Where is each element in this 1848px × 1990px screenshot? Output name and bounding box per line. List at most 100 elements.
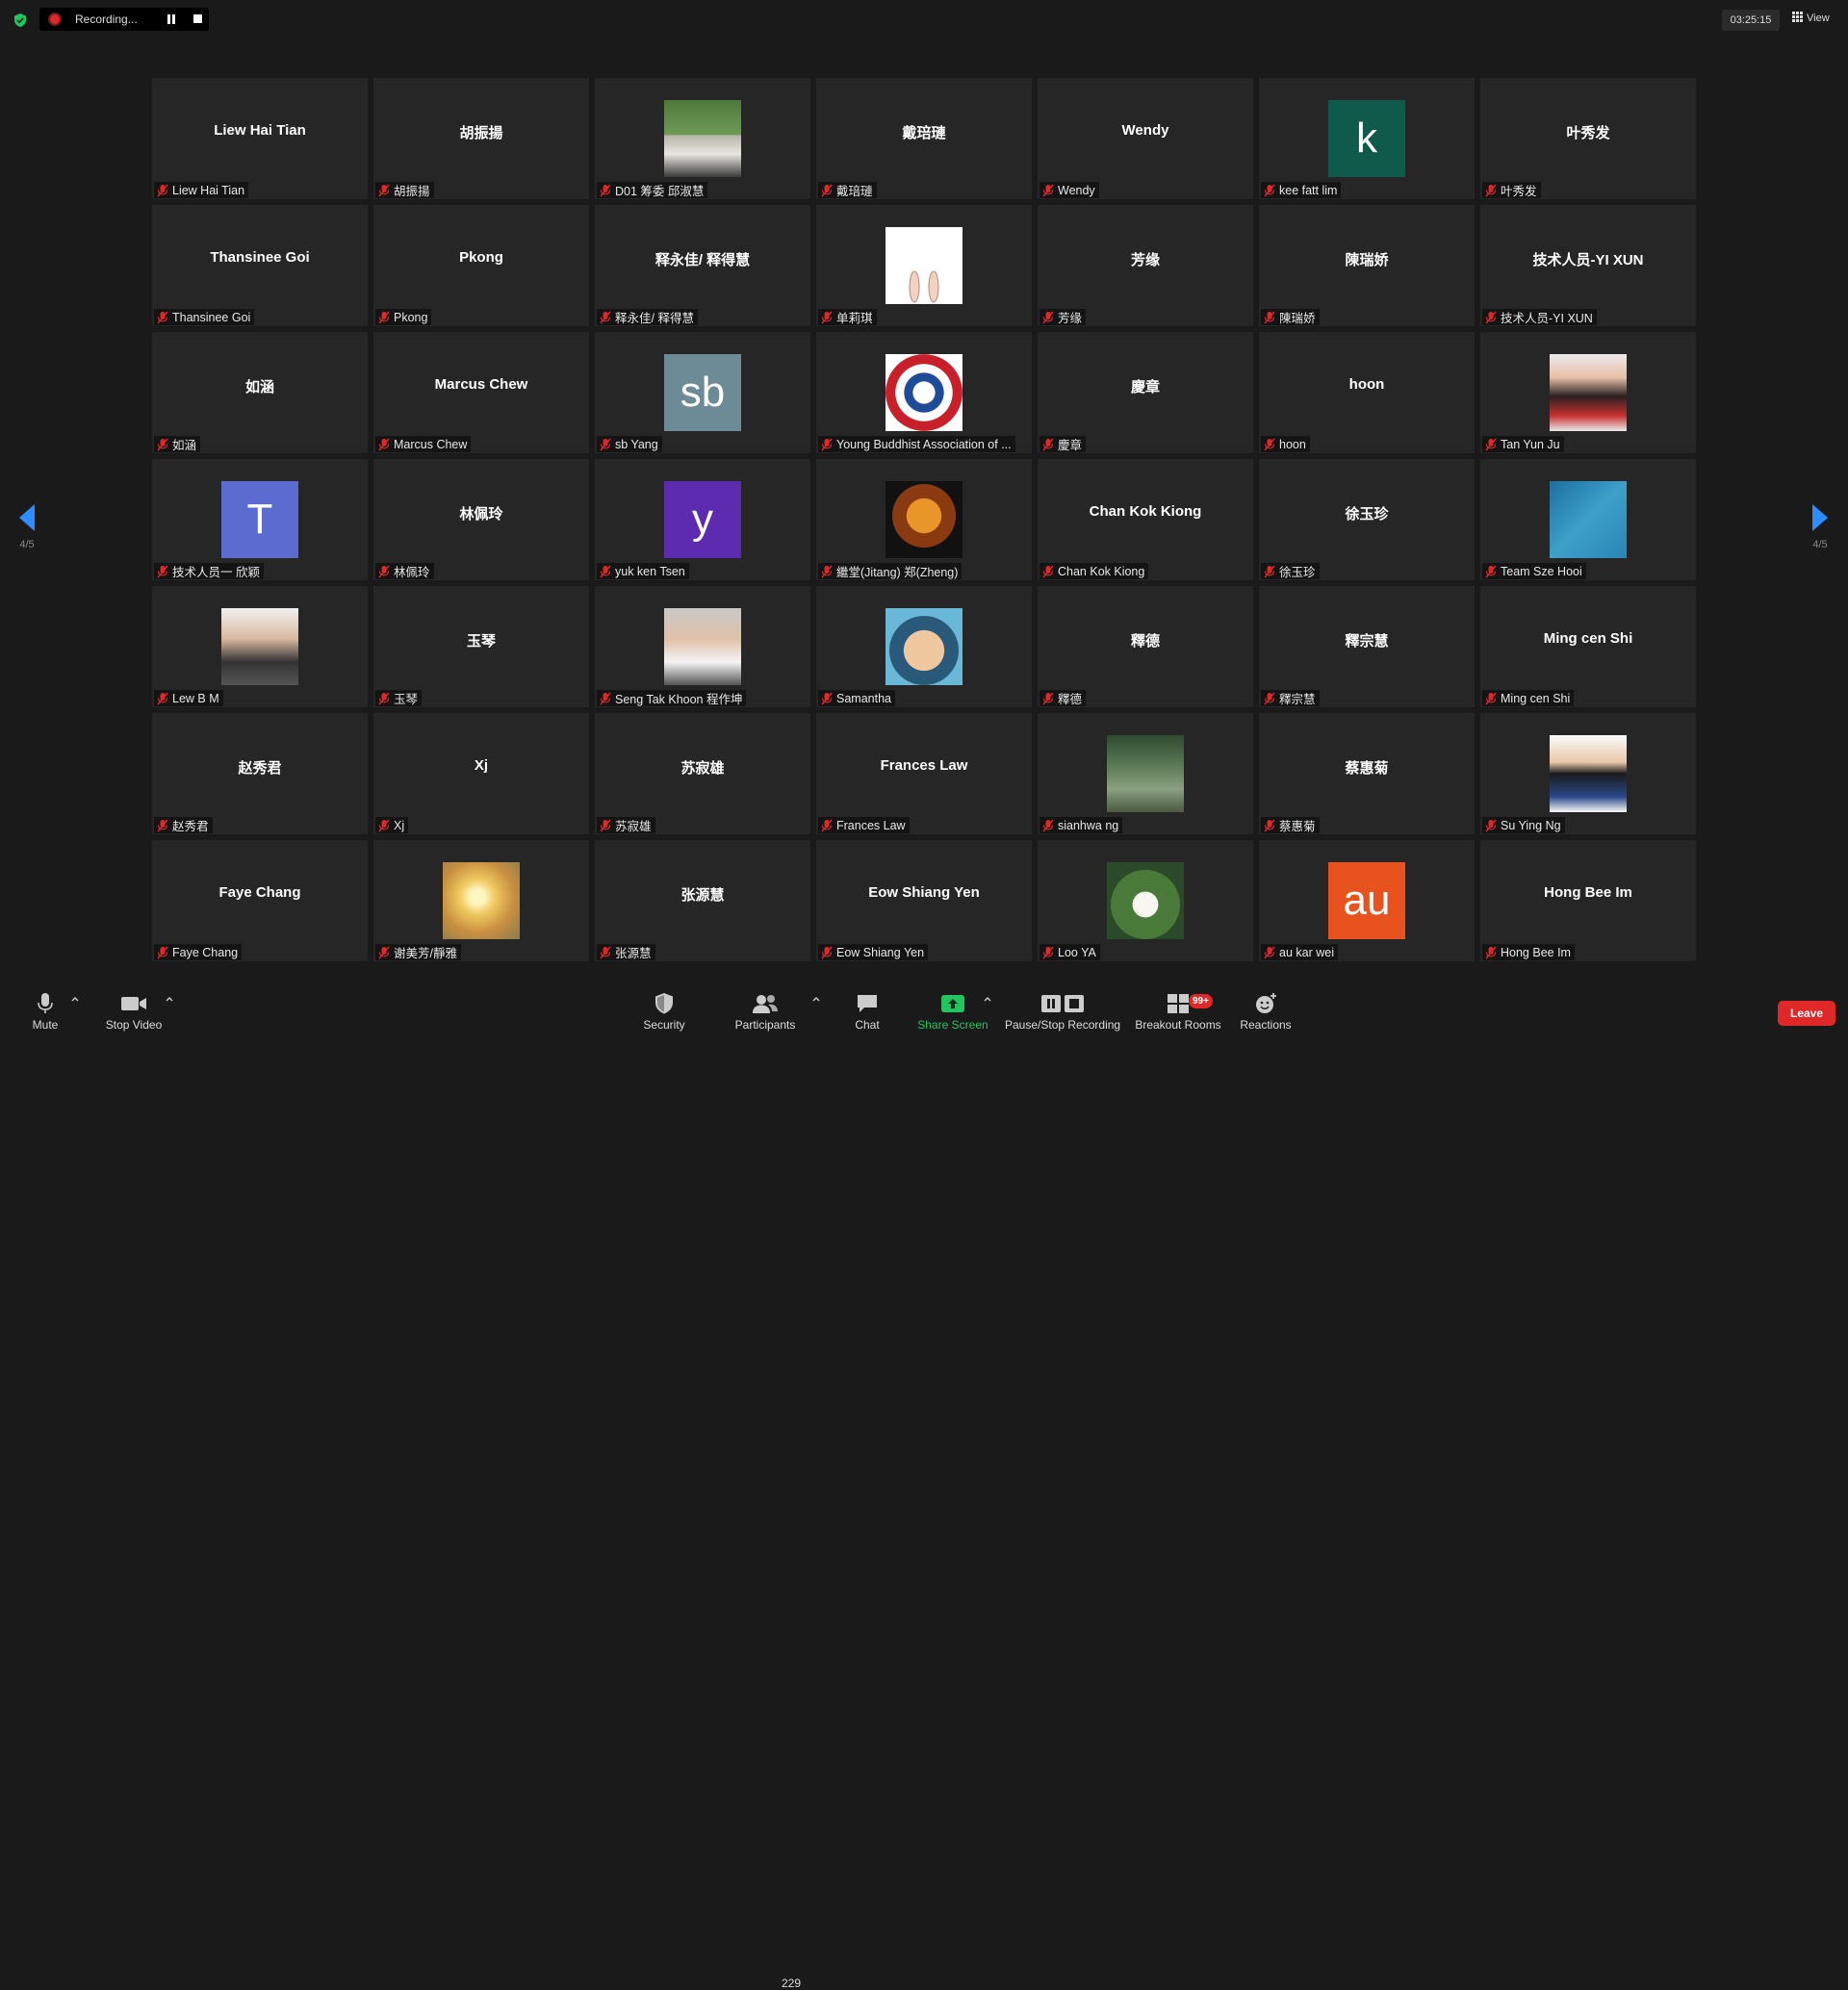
participant-tile[interactable]: 单莉琪 xyxy=(816,205,1032,326)
reactions-button[interactable]: Reactions xyxy=(1236,991,1296,1032)
participant-nameplate: Samantha xyxy=(818,690,895,706)
chevron-up-icon[interactable] xyxy=(812,995,820,1003)
participant-tile[interactable]: 赵秀君 赵秀君 xyxy=(152,713,368,834)
participant-tile[interactable]: 陳瑞娇 陳瑞娇 xyxy=(1259,205,1475,326)
mute-label: Mute xyxy=(32,1018,59,1032)
pause-stop-recording-button[interactable]: Pause/Stop Recording xyxy=(1005,991,1120,1032)
participant-display-name: 释永佳/ 释得慧 xyxy=(654,252,751,268)
security-button[interactable]: Security xyxy=(635,991,693,1032)
participant-tile[interactable]: sianhwa ng xyxy=(1038,713,1253,834)
participant-tile[interactable]: 釋德 釋德 xyxy=(1038,586,1253,707)
participant-name: 徐玉珍 xyxy=(1279,566,1316,579)
shield-check-icon[interactable] xyxy=(13,13,28,28)
participant-tile[interactable]: Chan Kok Kiong Chan Kok Kiong xyxy=(1038,459,1253,580)
previous-page-button[interactable]: 4/5 xyxy=(8,504,46,550)
chevron-up-icon[interactable] xyxy=(984,995,991,1003)
participant-tile[interactable]: Samantha xyxy=(816,586,1032,707)
participant-tile[interactable]: Team Sze Hooi xyxy=(1480,459,1696,580)
participant-tile[interactable]: 芳缘 芳缘 xyxy=(1038,205,1253,326)
participant-tile[interactable]: 戴琣璉 戴琣璉 xyxy=(816,78,1032,199)
participant-name: 赵秀君 xyxy=(172,820,209,833)
microphone-muted-icon xyxy=(157,438,168,450)
participants-button[interactable]: Participants xyxy=(732,991,799,1032)
participant-tile[interactable]: Tan Yun Ju xyxy=(1480,332,1696,453)
microphone-muted-icon xyxy=(600,311,611,323)
participant-tile[interactable]: Marcus Chew Marcus Chew xyxy=(373,332,589,453)
participant-tile[interactable]: y yuk ken Tsen xyxy=(595,459,810,580)
leave-button[interactable]: Leave xyxy=(1778,1001,1835,1026)
participant-nameplate: 釋宗慧 xyxy=(1261,690,1320,706)
participant-tile[interactable]: Young Buddhist Association of ... xyxy=(816,332,1032,453)
participant-nameplate: 释永佳/ 释得慧 xyxy=(597,309,698,325)
participant-display-name: Ming cen Shi xyxy=(1543,630,1633,647)
participant-tile[interactable]: Liew Hai Tian Liew Hai Tian xyxy=(152,78,368,199)
microphone-muted-icon xyxy=(378,692,390,704)
participant-tile[interactable]: D01 筹委 邱淑慧 xyxy=(595,78,810,199)
participant-tile[interactable]: Thansinee Goi Thansinee Goi xyxy=(152,205,368,326)
participant-tile[interactable]: 徐玉珍 徐玉珍 xyxy=(1259,459,1475,580)
stop-icon[interactable] xyxy=(193,14,202,23)
participant-photo xyxy=(221,608,298,685)
view-button[interactable]: View xyxy=(1792,12,1830,29)
participant-tile[interactable]: 繼堂(Jitang) 郑(Zheng) xyxy=(816,459,1032,580)
participant-display-name: 张源慧 xyxy=(680,887,725,904)
mute-button[interactable]: Mute xyxy=(21,991,69,1032)
participant-tile[interactable]: k kee fatt lim xyxy=(1259,78,1475,199)
participant-photo xyxy=(886,227,962,304)
participant-tile[interactable]: au au kar wei xyxy=(1259,840,1475,961)
participant-tile[interactable]: 如涵 如涵 xyxy=(152,332,368,453)
participant-name: 技术人员-YI XUN xyxy=(1501,312,1593,325)
participant-tile[interactable]: 釋宗慧 釋宗慧 xyxy=(1259,586,1475,707)
participant-tile[interactable]: hoon hoon xyxy=(1259,332,1475,453)
chevron-up-icon[interactable] xyxy=(166,995,173,1003)
next-page-button[interactable]: 4/5 xyxy=(1801,504,1839,550)
pause-icon[interactable] xyxy=(167,14,176,24)
participant-display-name: Marcus Chew xyxy=(434,376,528,393)
microphone-muted-icon xyxy=(600,184,611,196)
participant-tile[interactable]: Pkong Pkong xyxy=(373,205,589,326)
participant-tile[interactable]: 慶章 慶章 xyxy=(1038,332,1253,453)
microphone-muted-icon xyxy=(1485,184,1497,196)
participant-tile[interactable]: 释永佳/ 释得慧 释永佳/ 释得慧 xyxy=(595,205,810,326)
participant-tile[interactable]: Hong Bee Im Hong Bee Im xyxy=(1480,840,1696,961)
participant-tile[interactable]: Loo YA xyxy=(1038,840,1253,961)
participant-name: Hong Bee Im xyxy=(1501,945,1571,959)
recording-label: Recording... xyxy=(75,13,138,26)
microphone-muted-icon xyxy=(157,692,168,704)
participant-tile[interactable]: sb sb Yang xyxy=(595,332,810,453)
participant-tile[interactable]: Faye Chang Faye Chang xyxy=(152,840,368,961)
participant-tile[interactable]: Eow Shiang Yen Eow Shiang Yen xyxy=(816,840,1032,961)
participant-tile[interactable]: 张源慧 张源慧 xyxy=(595,840,810,961)
participant-name: 叶秀发 xyxy=(1501,185,1537,198)
stop-video-button[interactable]: Stop Video xyxy=(100,991,167,1032)
chat-button[interactable]: Chat xyxy=(843,991,891,1032)
participant-name: Liew Hai Tian xyxy=(172,183,245,197)
participant-tile[interactable]: 苏寂雄 苏寂雄 xyxy=(595,713,810,834)
participant-tile[interactable]: 蔡惠菊 蔡惠菊 xyxy=(1259,713,1475,834)
participant-tile[interactable]: 玉琴 玉琴 xyxy=(373,586,589,707)
participant-tile[interactable]: Lew B M xyxy=(152,586,368,707)
chevron-up-icon[interactable] xyxy=(71,995,79,1003)
participant-name: Tan Yun Ju xyxy=(1501,437,1560,451)
participant-tile[interactable]: Seng Tak Khoon 程作坤 xyxy=(595,586,810,707)
participant-tile[interactable]: Wendy Wendy xyxy=(1038,78,1253,199)
participant-name: hoon xyxy=(1279,437,1306,451)
participant-name: 釋宗慧 xyxy=(1279,693,1316,706)
participant-tile[interactable]: 林佩玲 林佩玲 xyxy=(373,459,589,580)
microphone-muted-icon xyxy=(1264,946,1275,958)
participant-tile[interactable]: 技术人员-YI XUN 技术人员-YI XUN xyxy=(1480,205,1696,326)
participant-nameplate: Wendy xyxy=(1040,182,1099,198)
share-screen-button[interactable]: Share Screen xyxy=(914,991,991,1032)
participant-name: 林佩玲 xyxy=(394,566,430,579)
participant-tile[interactable]: Ming cen Shi Ming cen Shi xyxy=(1480,586,1696,707)
participant-tile[interactable]: Xj Xj xyxy=(373,713,589,834)
participant-tile[interactable]: T 技术人员一 欣颖 xyxy=(152,459,368,580)
participant-tile[interactable]: 叶秀发 叶秀发 xyxy=(1480,78,1696,199)
participant-tile[interactable]: Su Ying Ng xyxy=(1480,713,1696,834)
participant-nameplate: 赵秀君 xyxy=(154,817,213,833)
participant-name: Seng Tak Khoon 程作坤 xyxy=(615,693,743,706)
participant-tile[interactable]: Frances Law Frances Law xyxy=(816,713,1032,834)
participant-tile[interactable]: 胡振揚 胡振揚 xyxy=(373,78,589,199)
participant-tile[interactable]: 谢美芳/靜雅 xyxy=(373,840,589,961)
participant-nameplate: 苏寂雄 xyxy=(597,817,655,833)
